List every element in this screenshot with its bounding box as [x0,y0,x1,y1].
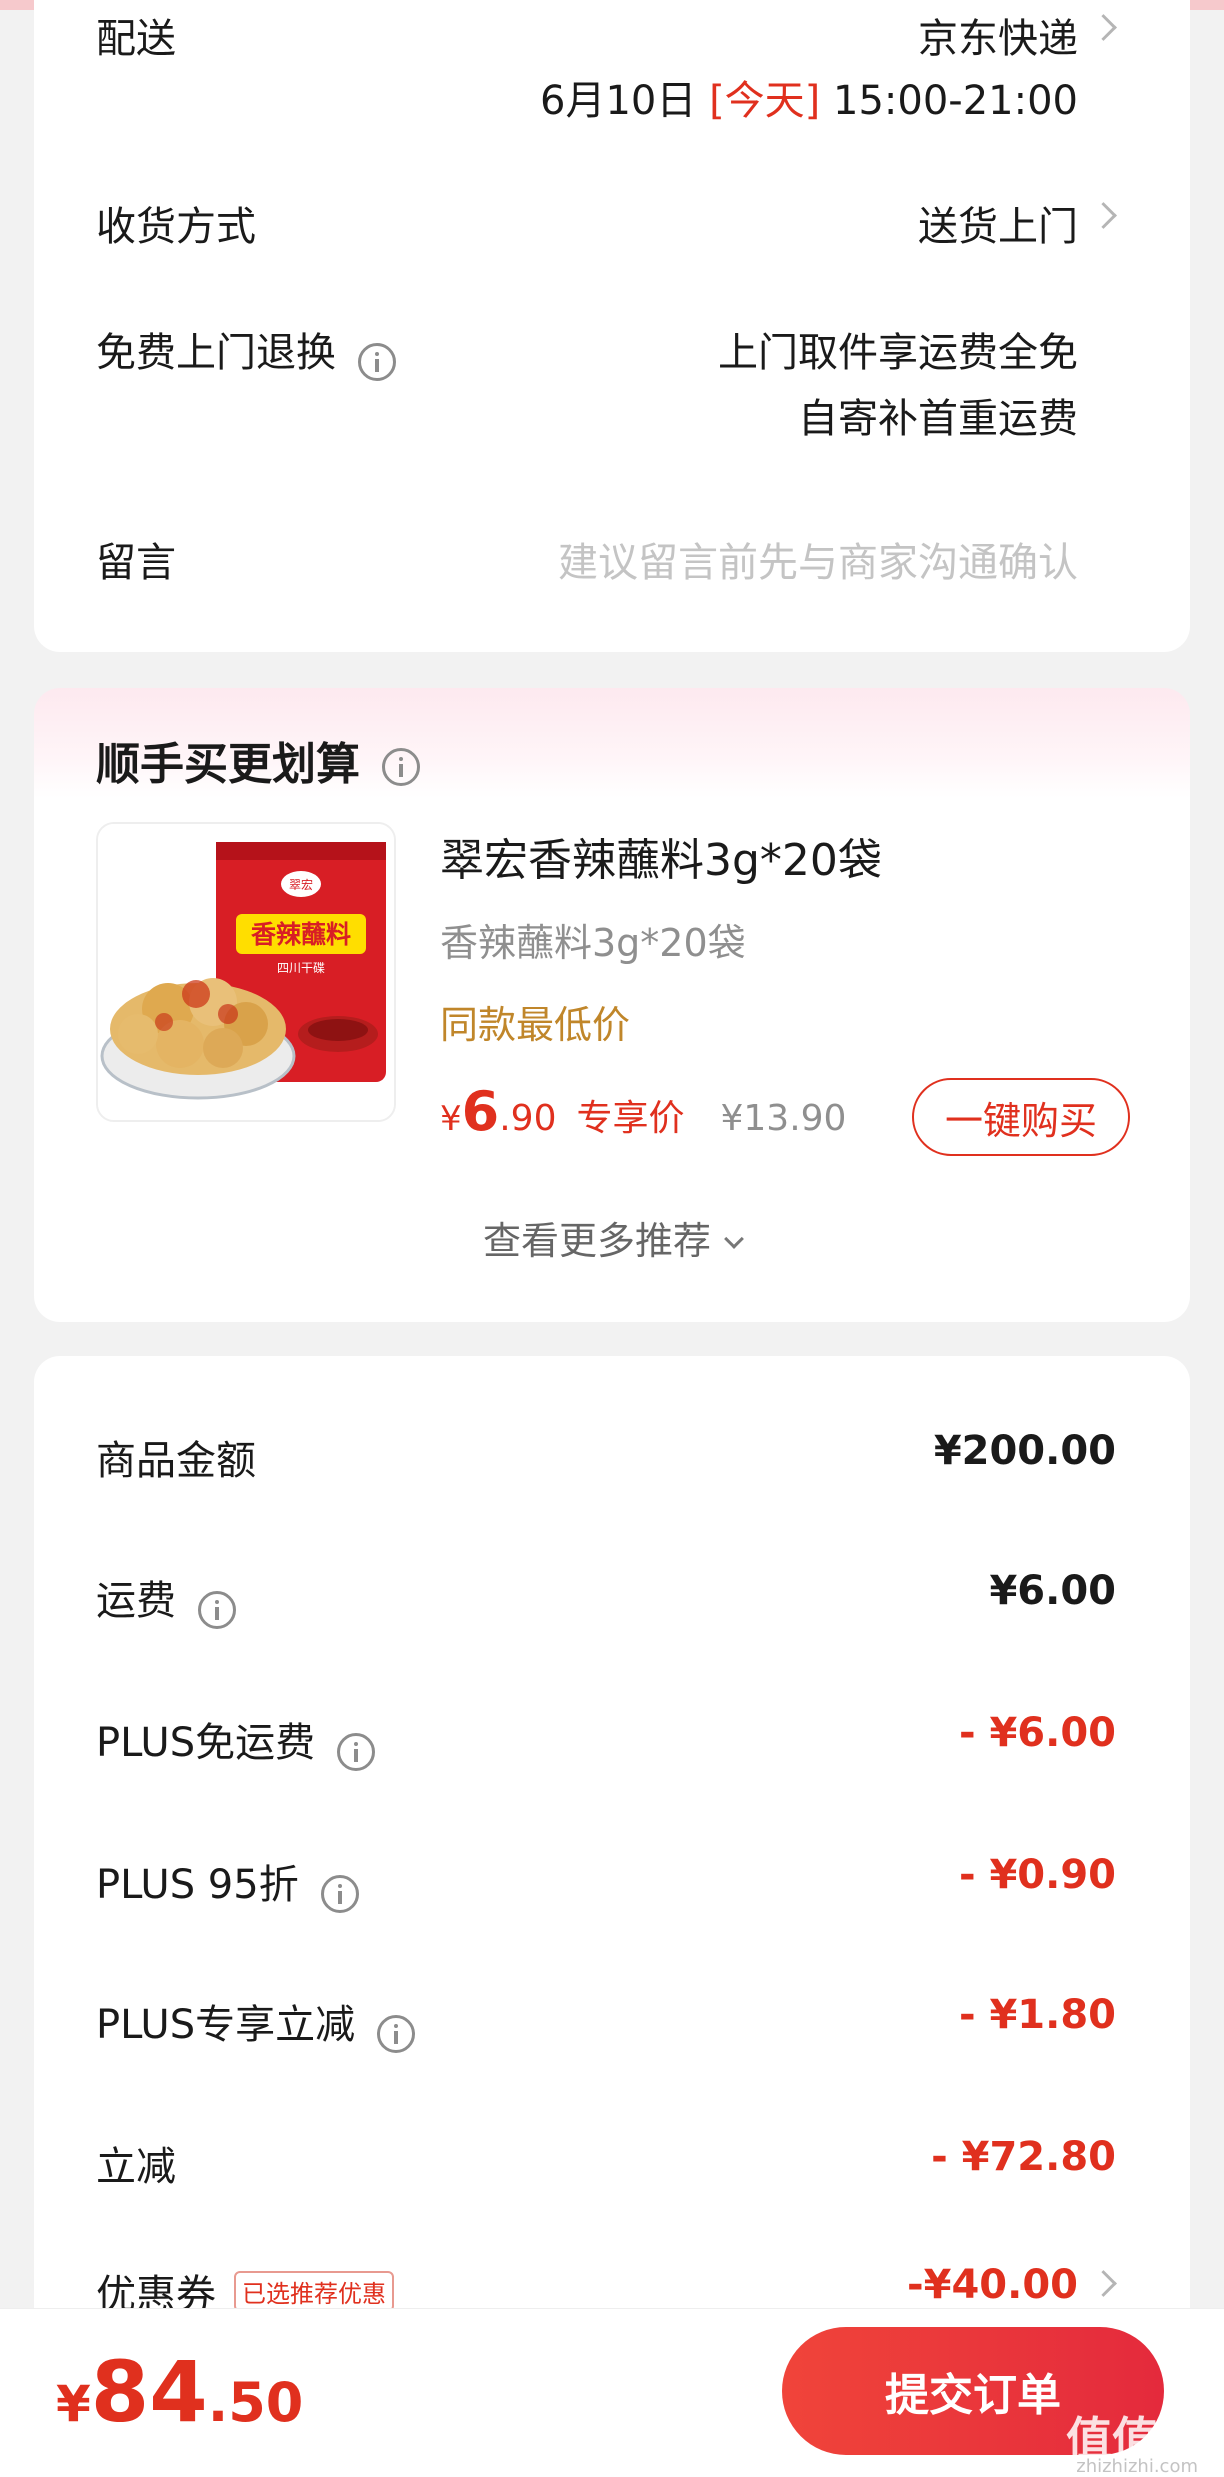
message-input[interactable]: 建议留言前先与商家沟通确认 [558,530,1078,588]
summary-row: PLUS免运费 - ¥6.00 [96,1710,1116,1771]
summary-value: - ¥6.00 [958,1710,1116,1756]
delivery-label: 配送 [96,16,176,62]
delivery-time: 15:00-21:00 [833,78,1078,124]
chevron-down-icon [724,1229,744,1249]
exclusive-price-label: 专享价 [576,1098,685,1139]
info-icon[interactable] [358,342,396,381]
info-icon[interactable] [337,1732,376,1771]
summary-value: - ¥1.80 [958,1992,1116,2038]
receive-method-row[interactable]: 收货方式 送货上门 [96,194,1116,254]
summary-label: PLUS免运费 [96,1720,316,1766]
price-dec: .90 [499,1098,557,1139]
total-int: 84 [90,2343,208,2441]
message-row[interactable]: 留言 建议留言前先与商家沟通确认 [96,530,1116,590]
chevron-right-icon [1094,8,1116,48]
view-more-label: 查看更多推荐 [482,1219,711,1263]
total-currency: ¥ [56,2375,91,2433]
product-image[interactable]: 翠宏 香辣蘸料 四川干碟 [96,822,396,1122]
coupon-value: -¥40.00 [907,2262,1078,2308]
product-name[interactable]: 翠宏香辣蘸料3g*20袋 [440,824,882,888]
recommended-badge: 已选推荐优惠 [234,2271,394,2312]
summary-row: PLUS专享立减 - ¥1.80 [96,1992,1116,2053]
checkout-page: 配送 京东快递 6月10日 [今天] 15:00-21:00 收货方式 送货上门… [0,0,1224,2477]
package-sub: 四川干碟 [277,961,325,975]
summary-row: 商品金额 ¥200.00 [96,1428,1116,1488]
view-more-button[interactable]: 查看更多推荐 [34,1210,1190,1265]
delivery-row[interactable]: 配送 京东快递 6月10日 [今天] 15:00-21:00 [96,6,1116,124]
receive-method-value: 送货上门 [918,204,1078,250]
summary-label: PLUS 95折 [96,1862,299,1908]
recommend-card: 顺手买更划算 翠宏 香辣蘸料 四川干碟 翠宏香辣蘸料3g*20袋 香辣蘸料3g*… [34,688,1190,1322]
free-return-line1: 上门取件享运费全免 [718,330,1078,376]
summary-value: ¥6.00 [989,1568,1116,1614]
info-icon[interactable] [377,2014,416,2053]
info-icon[interactable] [382,748,420,786]
delivery-schedule: 6月10日 [今天] 15:00-21:00 [540,68,1078,126]
recommend-title: 顺手买更划算 [96,728,420,792]
summary-value: ¥200.00 [933,1428,1116,1474]
free-return-line2: 自寄补首重运费 [798,396,1078,442]
price-int: 6 [461,1080,500,1143]
price-currency: ¥ [440,1099,462,1139]
summary-value: - ¥0.90 [958,1852,1116,1898]
recommend-title-text: 顺手买更划算 [96,739,360,790]
delivery-today: [今天] [709,78,821,124]
info-icon[interactable] [198,1590,236,1629]
product-spec: 香辣蘸料3g*20袋 [440,921,746,965]
watermark-sub: zhizhizhi.com [1076,2456,1198,2477]
total-dec: .50 [207,2371,304,2434]
package-brand: 翠宏 [289,877,313,892]
product-package-illustration: 翠宏 香辣蘸料 四川干碟 [98,824,394,1120]
package-title: 香辣蘸料 [251,920,351,949]
chevron-right-icon [1094,196,1116,236]
summary-label: 立减 [96,2144,176,2190]
receive-method-label: 收货方式 [96,204,256,250]
summary-row: 立减 - ¥72.80 [96,2134,1116,2194]
lowest-price-tag: 同款最低价 [440,1003,631,1047]
total-price: ¥84.50 [56,2343,303,2441]
summary-label: PLUS专享立减 [96,2002,356,2048]
info-icon[interactable] [320,1874,359,1913]
original-price: ¥13.90 [720,1098,847,1139]
message-label: 留言 [96,540,176,586]
summary-label: 运费 [96,1578,176,1624]
one-click-buy-button[interactable]: 一键购买 [912,1078,1130,1156]
delivery-card: 配送 京东快递 6月10日 [今天] 15:00-21:00 收货方式 送货上门… [34,0,1190,652]
summary-label: 商品金额 [96,1438,256,1484]
checkout-bar: ¥84.50 提交订单 值值值 zhizhizhi.com [0,2308,1224,2477]
free-return-row: 免费上门退换 上门取件享运费全免 自寄补首重运费 [96,320,1116,450]
delivery-date: 6月10日 [540,78,697,124]
delivery-carrier: 京东快递 [918,16,1078,62]
summary-row: 运费 ¥6.00 [96,1568,1116,1629]
summary-value: - ¥72.80 [931,2134,1116,2180]
free-return-label: 免费上门退换 [96,330,336,376]
summary-row: PLUS 95折 - ¥0.90 [96,1852,1116,1913]
product-price: ¥6.90 专享价 ¥13.90 [440,1080,847,1143]
chevron-right-icon [1094,2264,1116,2304]
